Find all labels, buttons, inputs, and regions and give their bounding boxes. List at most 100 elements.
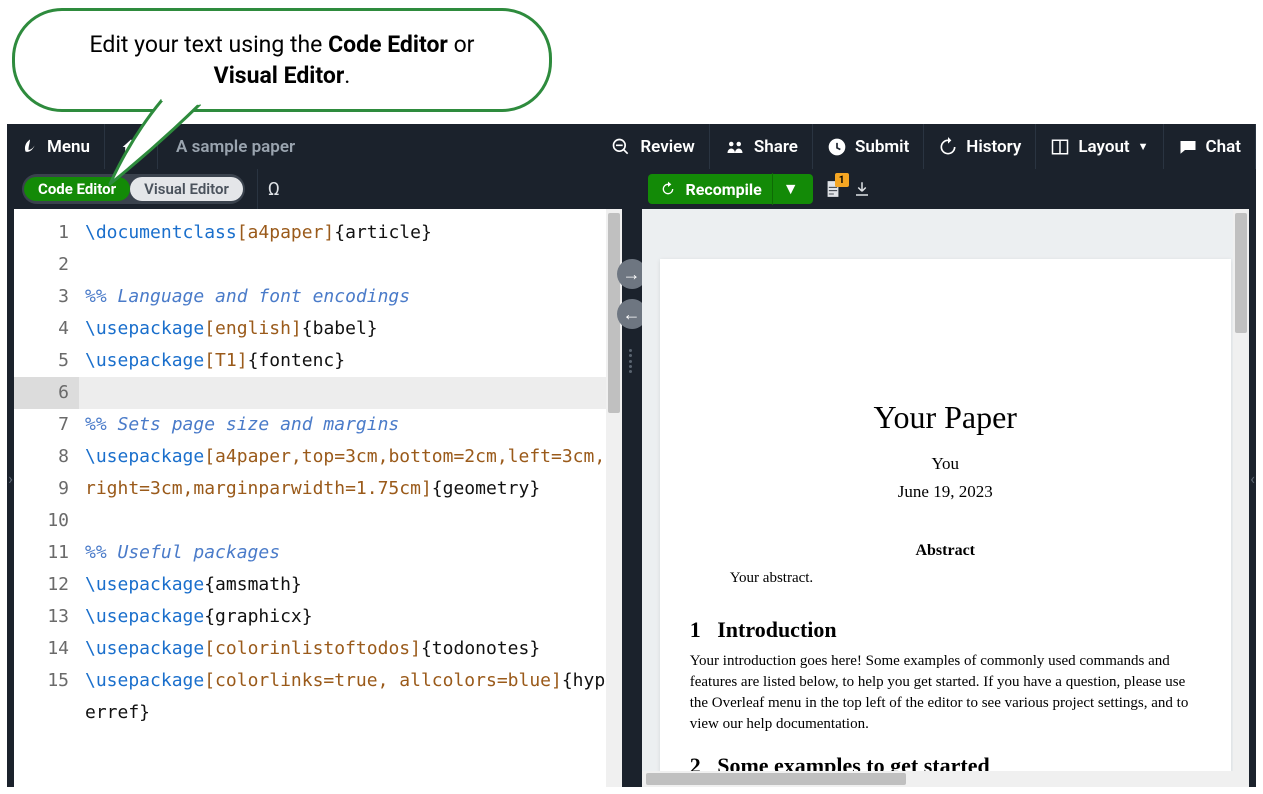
- code-comment: %% Sets page size and margins: [85, 414, 399, 435]
- line-num: 2: [14, 249, 69, 281]
- line-num: 5: [14, 345, 69, 377]
- share-button[interactable]: Share: [710, 124, 813, 169]
- line-num: 3: [14, 281, 69, 313]
- pdf-scrollbar-h[interactable]: [642, 771, 1234, 787]
- code-token: [colorlinks=true, allcolors=blue]: [204, 670, 562, 691]
- pdf-title: Your Paper: [690, 399, 1201, 436]
- callout-bubble: Edit your text using the Code Editor or …: [12, 8, 552, 112]
- code-token: [english]: [204, 318, 302, 339]
- logs-badge: 1: [835, 173, 849, 187]
- callout-suffix: .: [344, 62, 350, 89]
- code-token: {article}: [334, 222, 432, 243]
- submit-label: Submit: [855, 137, 909, 157]
- line-num: 10: [14, 505, 69, 537]
- pdf-preview[interactable]: Your Paper You June 19, 2023 Abstract Yo…: [642, 209, 1250, 787]
- line-num: 4: [14, 313, 69, 345]
- recompile-label: Recompile: [686, 180, 762, 199]
- line-num: 8: [14, 441, 69, 473]
- chat-label: Chat: [1206, 137, 1241, 157]
- line-num: 15: [14, 665, 69, 697]
- callout-mid: or: [448, 31, 475, 58]
- code-pane: Code Editor Visual Editor Ω 1 2 3 4 5 6 …: [14, 169, 622, 787]
- pdf-date: June 19, 2023: [690, 482, 1201, 502]
- code-comment: %% Language and font encodings: [85, 286, 410, 307]
- code-token: {todonotes}: [421, 638, 540, 659]
- callout-tail: [102, 86, 222, 186]
- code-token: {fontenc}: [248, 350, 346, 371]
- code-token: \usepackage: [85, 318, 204, 339]
- code-token: {amsmath}: [204, 574, 302, 595]
- pdf-scrollbar-v[interactable]: [1233, 209, 1249, 787]
- code-token: {babel}: [302, 318, 378, 339]
- download-button[interactable]: [853, 180, 871, 198]
- code-token: [a4paper]: [237, 222, 335, 243]
- code-editor[interactable]: 1 2 3 4 5 6 7 8 9 10 11 12 13 14 15 \doc…: [14, 209, 622, 787]
- refresh-icon: [660, 181, 676, 197]
- code-token: {geometry}: [432, 478, 540, 499]
- symbol-palette-button[interactable]: Ω: [257, 169, 290, 209]
- callout-bold1: Code Editor: [328, 31, 448, 58]
- sec-num: 1: [690, 617, 701, 642]
- history-icon: [938, 137, 958, 157]
- right-panel-toggle[interactable]: [1249, 169, 1256, 787]
- code-token: \usepackage: [85, 446, 204, 467]
- pdf-pane: Recompile ▼ 1 Your Paper You June 19, 20…: [642, 169, 1250, 787]
- review-icon: [610, 137, 632, 157]
- pdf-abstract-heading: Abstract: [690, 542, 1201, 560]
- layout-label: Layout: [1078, 137, 1129, 157]
- leaf-icon: [21, 138, 39, 156]
- share-label: Share: [754, 137, 798, 157]
- line-num: 7: [14, 409, 69, 441]
- logs-button[interactable]: 1: [823, 179, 843, 199]
- callout-bold2: Visual Editor: [214, 62, 345, 89]
- pane-splitter[interactable]: → ←: [622, 169, 642, 787]
- layout-button[interactable]: Layout ▼: [1036, 124, 1163, 169]
- code-token: \usepackage: [85, 606, 204, 627]
- line-num: 14: [14, 633, 69, 665]
- chat-button[interactable]: Chat: [1164, 124, 1256, 169]
- layout-icon: [1050, 138, 1070, 156]
- code-token: {graphicx}: [204, 606, 312, 627]
- code-token: \usepackage: [85, 638, 204, 659]
- line-num: 11: [14, 537, 69, 569]
- recompile-dropdown[interactable]: ▼: [772, 173, 809, 205]
- line-num: 13: [14, 601, 69, 633]
- current-line: [79, 377, 614, 409]
- code-scrollbar[interactable]: [606, 209, 622, 787]
- line-gutter: 1 2 3 4 5 6 7 8 9 10 11 12 13 14 15: [14, 209, 79, 787]
- pdf-page: Your Paper You June 19, 2023 Abstract Yo…: [660, 259, 1231, 787]
- pdf-section-1: 1 Introduction: [690, 617, 1201, 643]
- sec-title: Introduction: [717, 617, 836, 642]
- tutorial-callout: Edit your text using the Code Editor or …: [12, 8, 552, 112]
- submit-button[interactable]: Submit: [813, 124, 924, 169]
- review-label: Review: [640, 137, 694, 157]
- line-num: 6: [14, 377, 79, 409]
- line-num: 12: [14, 569, 69, 601]
- code-token: \usepackage: [85, 574, 204, 595]
- code-content[interactable]: \documentclass[a4paper]{article} %% Lang…: [79, 209, 622, 787]
- share-icon: [724, 138, 746, 156]
- pdf-author: You: [690, 454, 1201, 474]
- chat-icon: [1178, 138, 1198, 156]
- code-token: [colorinlistoftodos]: [204, 638, 421, 659]
- pdf-abstract: Your abstract.: [690, 570, 1201, 587]
- menu-label: Menu: [47, 137, 90, 157]
- download-icon: [853, 180, 871, 198]
- line-num: 9: [14, 473, 69, 505]
- code-token: \usepackage: [85, 350, 204, 371]
- submit-icon: [827, 137, 847, 157]
- code-token: \documentclass: [85, 222, 237, 243]
- line-num: 1: [14, 217, 69, 249]
- menu-button[interactable]: Menu: [7, 124, 105, 169]
- code-token: \usepackage: [85, 670, 204, 691]
- code-token: [T1]: [204, 350, 247, 371]
- callout-text: Edit your text using the: [90, 31, 329, 58]
- history-button[interactable]: History: [924, 124, 1036, 169]
- chevron-down-icon: ▼: [1138, 140, 1149, 153]
- left-panel-toggle[interactable]: [7, 169, 14, 787]
- editor-area: Code Editor Visual Editor Ω 1 2 3 4 5 6 …: [7, 169, 1256, 787]
- review-button[interactable]: Review: [596, 124, 709, 169]
- history-label: History: [966, 137, 1021, 157]
- code-comment: %% Useful packages: [85, 542, 280, 563]
- recompile-button[interactable]: Recompile ▼: [648, 174, 813, 204]
